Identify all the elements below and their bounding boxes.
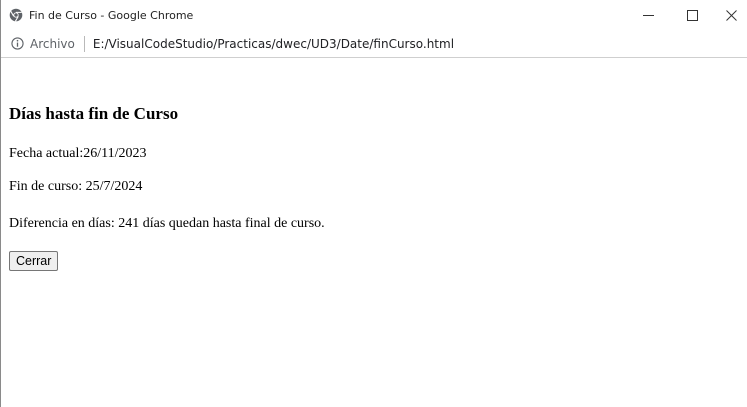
close-window-button[interactable] — [714, 0, 747, 30]
page-content: Días hasta fin de Curso Fecha actual:26/… — [1, 58, 747, 407]
security-label[interactable]: Archivo — [30, 37, 75, 51]
current-date-text: Fecha actual:26/11/2023 — [9, 146, 147, 161]
close-button[interactable]: Cerrar — [9, 251, 59, 271]
minimize-button[interactable] — [626, 0, 670, 30]
maximize-button[interactable] — [670, 0, 714, 30]
chrome-logo-icon — [9, 8, 23, 22]
window-controls — [626, 0, 747, 30]
title-bar[interactable]: Fin de Curso - Google Chrome — [1, 0, 747, 30]
close-icon — [725, 9, 737, 21]
address-separator — [83, 35, 85, 52]
address-bar[interactable]: Archivo E:/VisualCodeStudio/Practicas/dw… — [1, 30, 747, 58]
page-heading: Días hasta fin de Curso — [9, 104, 179, 123]
browser-window: Fin de Curso - Google Chrome Archivo E:/… — [0, 0, 747, 407]
end-date-text: Fin de curso: 25/7/2024 — [9, 179, 143, 194]
url-text[interactable]: E:/VisualCodeStudio/Practicas/dwec/UD3/D… — [93, 37, 454, 51]
minimize-icon — [642, 14, 654, 16]
info-icon[interactable] — [11, 37, 24, 50]
difference-text: Diferencia en días: 241 días quedan hast… — [9, 216, 325, 231]
window-title: Fin de Curso - Google Chrome — [29, 8, 194, 22]
maximize-icon — [686, 9, 698, 21]
